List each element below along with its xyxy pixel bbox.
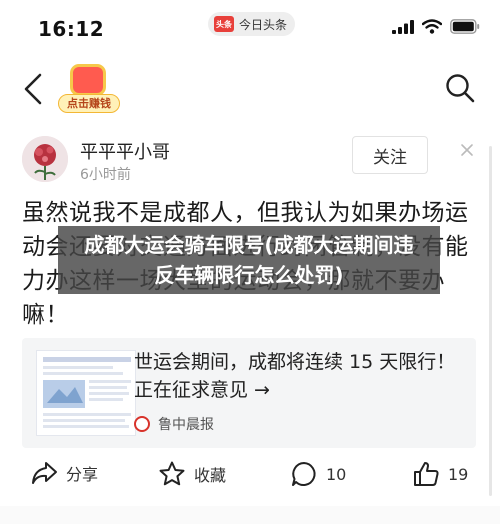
favorite-button[interactable]: 收藏 (158, 460, 226, 488)
dismiss-button[interactable] (460, 142, 474, 156)
author-header: 平平平小哥 6小时前 关注 (22, 134, 482, 194)
headline-line-2: 反车辆限行怎么处罚) (154, 263, 344, 287)
chevron-left-icon (24, 73, 42, 105)
app-indicator[interactable]: 头条 今日头条 (208, 12, 296, 36)
article-source: 鲁中晨报 (134, 414, 214, 434)
shared-article-card[interactable]: 世运会期间，成都将连续 15 天限行！正在征求意见 → 鲁中晨报 (22, 338, 476, 448)
avatar[interactable] (22, 136, 68, 182)
headline-overlay: 成都大运会骑车限号(成都大运期间违 反车辆限行怎么处罚) (58, 226, 440, 294)
author-name[interactable]: 平平平小哥 (80, 138, 170, 164)
source-name: 鲁中晨报 (158, 417, 214, 433)
battery-icon (450, 19, 480, 34)
share-button[interactable]: 分享 (30, 460, 98, 486)
status-icons (392, 19, 480, 34)
article-title: 世运会期间，成都将连续 15 天限行！正在征求意见 → (134, 351, 456, 401)
document-thumbnail-icon (37, 351, 135, 435)
scrollbar[interactable] (489, 146, 492, 496)
like-button[interactable]: 19 (412, 460, 468, 488)
red-envelope-icon (70, 64, 106, 96)
follow-button[interactable]: 关注 (352, 136, 428, 174)
action-bar: 分享 收藏 10 19 (0, 456, 500, 498)
thumbs-up-icon (414, 462, 439, 486)
toutiao-logo-icon: 头条 (214, 16, 234, 32)
headline-line-1: 成都大运会骑车限号(成都大运期间违 (84, 233, 414, 257)
promo-label: 点击赚钱 (58, 94, 120, 113)
earn-money-promo[interactable]: 点击赚钱 (58, 64, 120, 116)
article-thumbnail (36, 350, 136, 436)
flower-avatar-icon (22, 136, 68, 182)
comment-count: 10 (326, 464, 347, 484)
status-bar: 16:12 头条 今日头条 (0, 0, 500, 58)
star-icon (159, 461, 185, 486)
search-button[interactable] (444, 72, 476, 104)
home-indicator (0, 506, 500, 524)
like-count: 19 (448, 464, 469, 484)
search-icon (446, 74, 475, 103)
favorite-label: 收藏 (194, 466, 227, 485)
status-time: 16:12 (38, 17, 105, 41)
share-icon (32, 462, 57, 484)
comment-button[interactable]: 10 (290, 460, 346, 488)
back-button[interactable] (20, 72, 48, 106)
close-icon (461, 144, 473, 156)
comment-icon (292, 462, 316, 486)
post-time: 6小时前 (80, 167, 131, 183)
app-name: 今日头条 (239, 17, 288, 32)
source-logo-icon (134, 416, 150, 432)
nav-bar: 点击赚钱 (0, 58, 500, 120)
signal-icon (392, 19, 414, 34)
wifi-icon (422, 19, 442, 34)
share-label: 分享 (66, 465, 99, 484)
